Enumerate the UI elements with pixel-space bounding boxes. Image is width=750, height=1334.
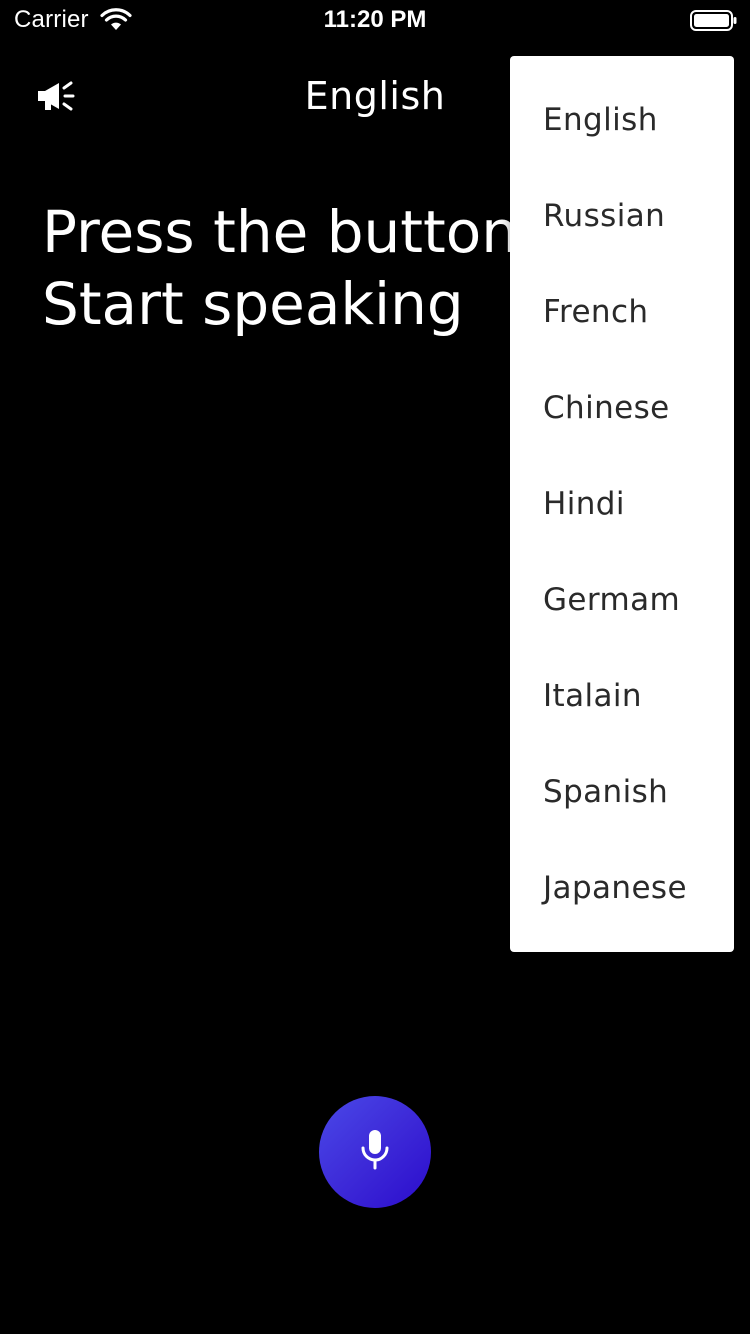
menu-item-japanese[interactable]: Japanese bbox=[510, 840, 734, 936]
mic-button[interactable] bbox=[319, 1096, 431, 1208]
battery-full-icon bbox=[690, 9, 738, 33]
menu-item-spanish[interactable]: Spanish bbox=[510, 744, 734, 840]
clock-time: 11:20 PM bbox=[323, 6, 427, 33]
menu-item-chinese[interactable]: Chinese bbox=[510, 360, 734, 456]
menu-item-hindi[interactable]: Hindi bbox=[510, 456, 734, 552]
menu-item-german[interactable]: Germam bbox=[510, 552, 734, 648]
menu-item-english[interactable]: English bbox=[510, 72, 734, 168]
menu-item-italian[interactable]: Italain bbox=[510, 648, 734, 744]
language-menu: English Russian French Chinese Hindi Ger… bbox=[510, 56, 734, 952]
status-bar: Carrier 11:20 PM bbox=[0, 0, 750, 40]
menu-item-russian[interactable]: Russian bbox=[510, 168, 734, 264]
microphone-icon bbox=[358, 1128, 392, 1177]
menu-item-french[interactable]: French bbox=[510, 264, 734, 360]
